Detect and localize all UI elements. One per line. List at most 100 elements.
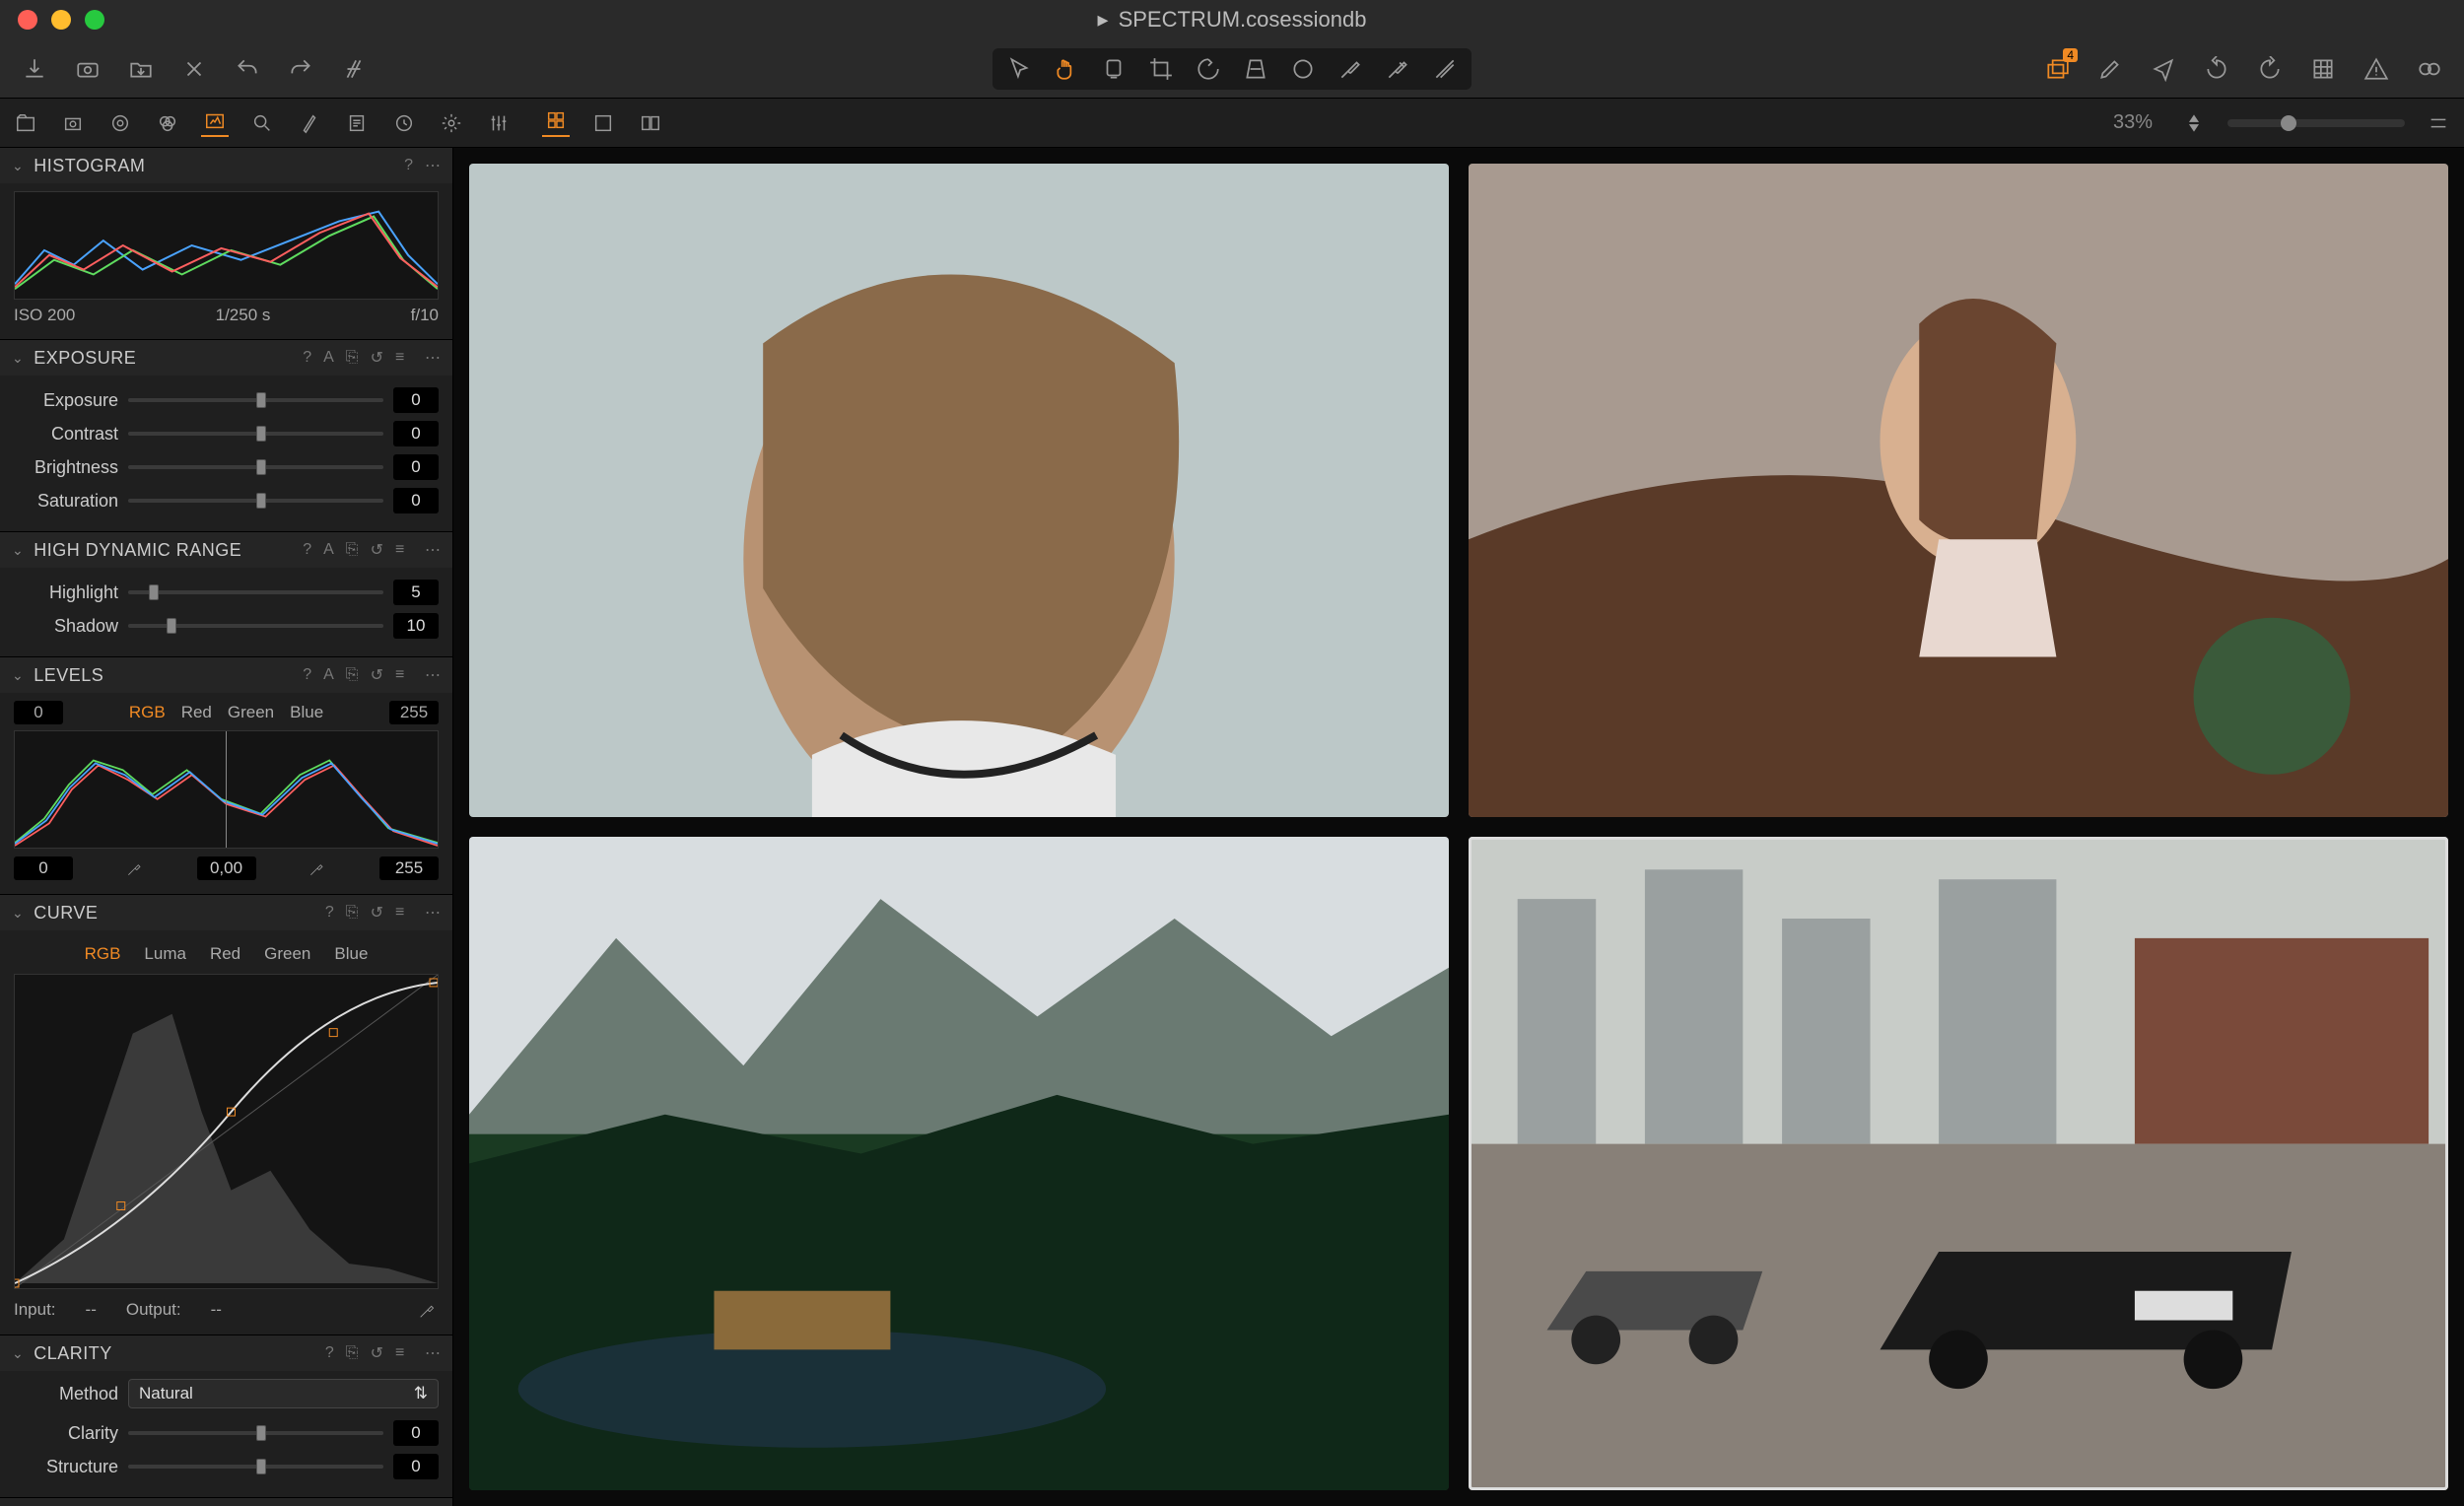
copy-icon[interactable]: ⎘ [346,541,359,559]
curve-channel-luma[interactable]: Luma [144,944,186,964]
spot-tool-icon[interactable] [1288,54,1318,84]
slider-value[interactable]: 0 [393,488,439,513]
color-tab-icon[interactable] [154,109,181,137]
warning-icon[interactable] [2361,54,2391,84]
batch-queue-icon[interactable]: 4 [2042,54,2072,84]
reset-icon[interactable]: ↺ [371,348,383,368]
import-icon[interactable] [20,54,49,84]
output-tab-icon[interactable] [390,109,418,137]
rotate-tool-icon[interactable] [1194,54,1223,84]
curve-channel-rgb[interactable]: RGB [85,944,121,964]
copy-icon[interactable]: ⎘ [346,904,359,922]
vignetting-header[interactable]: ›VIGNETTING ?⎘↺⋯ [0,1498,452,1506]
levels-header[interactable]: ⌄LEVELS ?A⎘↺⋯ [0,657,452,693]
curve-picker-icon[interactable] [417,1299,439,1321]
preset-icon[interactable] [395,904,413,922]
clarity-header[interactable]: ⌄CLARITY ?⎘↺⋯ [0,1335,452,1371]
capture-tab-icon[interactable] [59,109,87,137]
preset-icon[interactable] [395,541,413,559]
menu-icon[interactable]: ⋯ [425,348,441,368]
auto-adjust-icon[interactable] [339,54,369,84]
eyedropper-white-icon[interactable] [308,858,327,878]
histogram-header[interactable]: ⌄HISTOGRAM ?⋯ [0,148,452,183]
brightness-slider[interactable] [128,465,383,469]
export-folder-icon[interactable] [126,54,156,84]
gradient-tool-icon[interactable] [1430,54,1460,84]
help-icon[interactable]: ? [303,666,311,684]
minimize-window-button[interactable] [51,10,71,30]
exposure-header[interactable]: ⌄EXPOSURE ?A⎘↺⋯ [0,340,452,376]
slider-value[interactable]: 0 [393,454,439,480]
auto-icon[interactable]: A [323,349,334,367]
levels-low-value[interactable]: 0 [14,701,63,724]
structure-slider[interactable] [128,1465,383,1469]
levels-channel-blue[interactable]: Blue [290,703,323,722]
slider-value[interactable]: 5 [393,580,439,605]
eyedropper-black-icon[interactable] [125,858,145,878]
reset-icon[interactable]: ↺ [371,540,383,560]
preset-icon[interactable] [395,1344,413,1362]
zoom-slider[interactable] [2227,119,2405,127]
copy-icon[interactable]: ⎘ [346,1344,359,1362]
hdr-header[interactable]: ⌄HIGH DYNAMIC RANGE ?A⎘↺⋯ [0,532,452,568]
redo-icon[interactable] [286,54,315,84]
select-tool-icon[interactable] [1004,54,1034,84]
pan-tool-icon[interactable] [1052,54,1081,84]
thumbnail-2[interactable] [1469,164,2448,817]
slider-value[interactable]: 0 [393,1420,439,1446]
brush-tool-icon[interactable] [1335,54,1365,84]
slider-value[interactable]: 10 [393,613,439,639]
menu-icon[interactable]: ⋯ [425,1343,441,1363]
copy-icon[interactable]: ⎘ [346,349,359,367]
loupe-tool-icon[interactable] [1099,54,1129,84]
zoom-fit-icon[interactable] [2180,109,2208,137]
zoom-window-button[interactable] [85,10,104,30]
reset-icon[interactable]: ↺ [371,665,383,685]
curve-graph[interactable] [14,974,439,1289]
edit-icon[interactable] [2095,54,2125,84]
eraser-tool-icon[interactable] [1383,54,1412,84]
keystone-tool-icon[interactable] [1241,54,1270,84]
clarity-method-select[interactable]: Natural⇅ [128,1379,439,1408]
levels-channel-red[interactable]: Red [181,703,212,722]
exposure-tab-icon[interactable] [201,109,229,137]
auto-icon[interactable]: A [323,541,334,559]
thumbnail-1[interactable] [469,164,1449,817]
rotate-cw-icon[interactable] [2255,54,2285,84]
single-view-icon[interactable] [589,109,617,137]
search-tab-icon[interactable] [248,109,276,137]
slider-value[interactable]: 0 [393,387,439,413]
clarity-slider[interactable] [128,1431,383,1435]
exposure-slider[interactable] [128,398,383,402]
help-icon[interactable]: ? [303,349,311,367]
menu-icon[interactable]: ⋯ [425,540,441,560]
shadow-slider[interactable] [128,624,383,628]
compare-view-icon[interactable] [637,109,664,137]
curve-header[interactable]: ⌄CURVE ?⎘↺⋯ [0,895,452,930]
curve-channel-red[interactable]: Red [210,944,240,964]
menu-icon[interactable]: ⋯ [425,903,441,923]
contrast-slider[interactable] [128,432,383,436]
thumbnail-3[interactable] [469,837,1449,1490]
rotate-ccw-icon[interactable] [2202,54,2231,84]
zoom-menu-icon[interactable] [2425,109,2452,137]
help-icon[interactable]: ? [303,541,311,559]
metadata-tab-icon[interactable] [343,109,371,137]
levels-channel-green[interactable]: Green [228,703,274,722]
library-tab-icon[interactable] [12,109,39,137]
settings-tab-icon[interactable] [438,109,465,137]
auto-icon[interactable]: A [323,666,334,684]
help-icon[interactable]: ? [404,157,413,174]
saturation-slider[interactable] [128,499,383,503]
close-window-button[interactable] [18,10,37,30]
curve-channel-green[interactable]: Green [264,944,310,964]
help-icon[interactable]: ? [325,904,334,922]
highlight-slider[interactable] [128,590,383,594]
levels-graph[interactable] [14,730,439,849]
levels-high-value[interactable]: 255 [389,701,439,724]
levels-mid-value[interactable]: 0,00 [197,856,256,880]
crop-tool-icon[interactable] [1146,54,1176,84]
curve-channel-blue[interactable]: Blue [334,944,368,964]
levels-white-value[interactable]: 255 [379,856,439,880]
preset-icon[interactable] [395,666,413,684]
